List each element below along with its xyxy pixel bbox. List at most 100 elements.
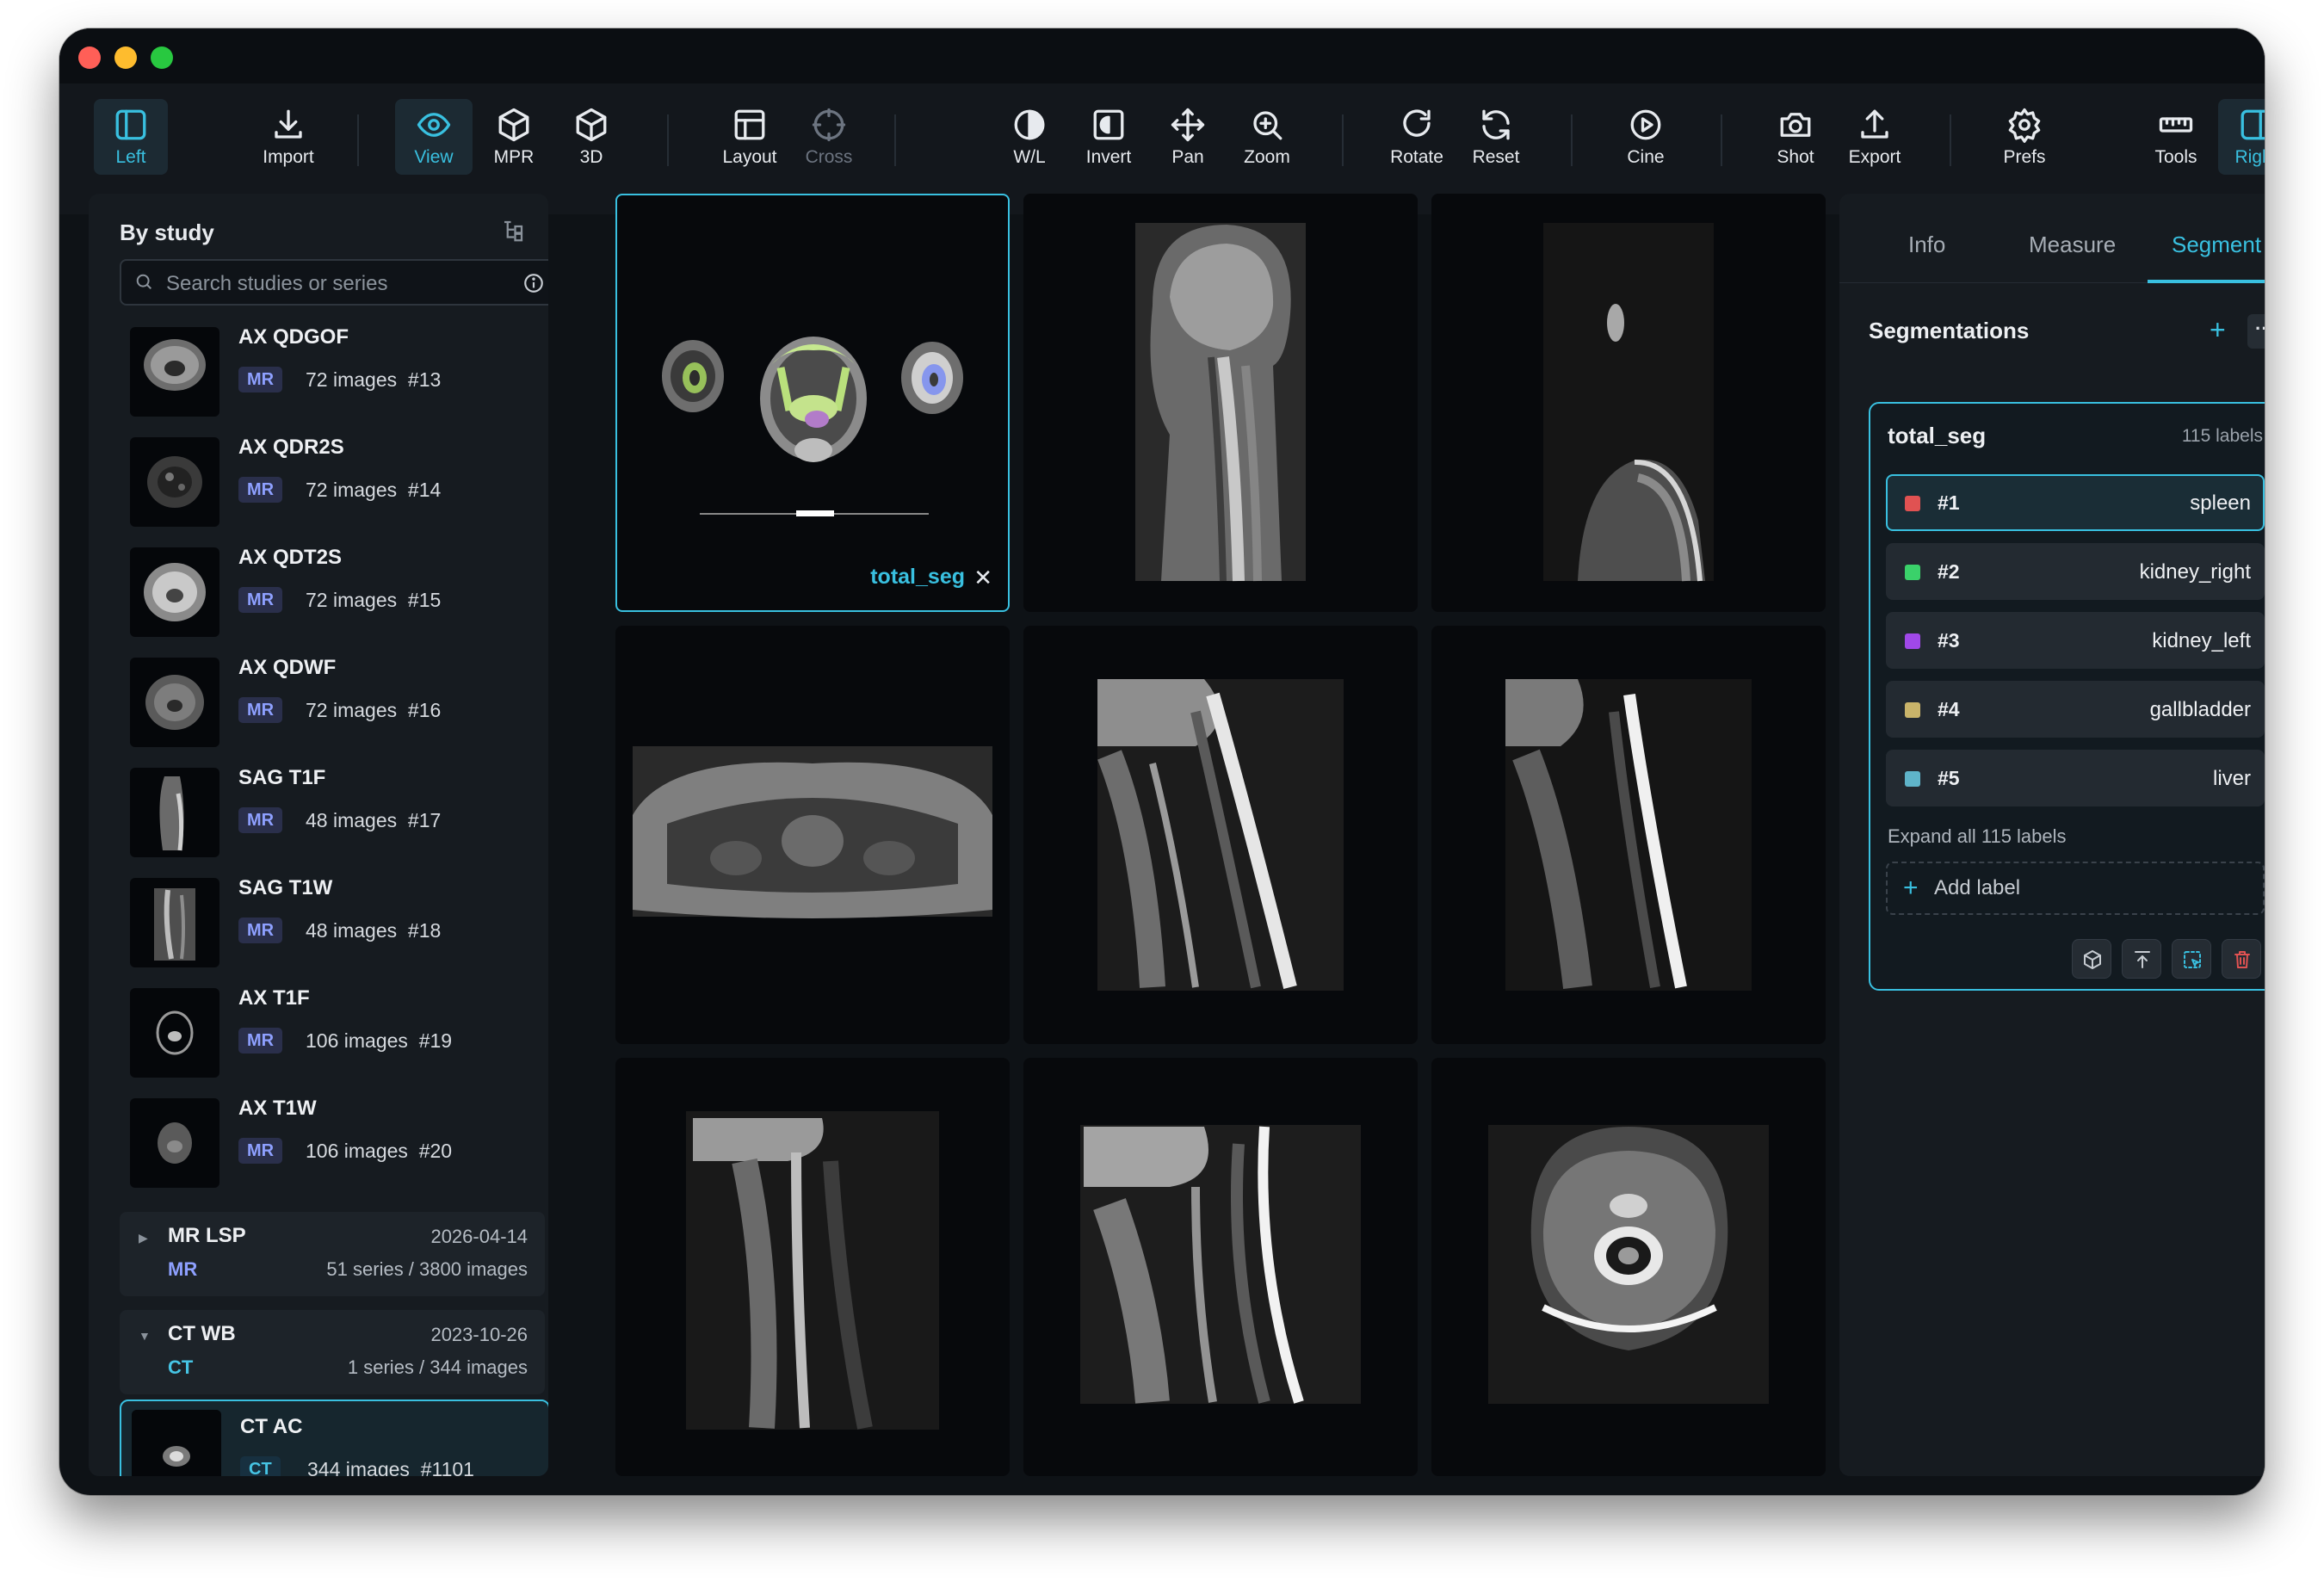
close-window-button[interactable] [78,46,101,69]
rotate-icon [1403,108,1431,137]
tools-button[interactable]: Tools [2137,99,2215,175]
pan-button[interactable]: Pan [1147,99,1228,175]
viewport-6[interactable] [1431,626,1826,1044]
label-row[interactable]: #3 kidney_left [1886,612,2265,669]
list-item[interactable]: AX QDR2S MR 72 images #14 [130,436,548,527]
modality-badge: MR [238,807,283,833]
study-item[interactable]: ▶ MR LSP 2026-04-14 MR 51 series / 3800 … [120,1212,545,1296]
label-row[interactable]: #4 gallbladder [1886,681,2265,738]
3d-button[interactable]: 3D [555,99,627,175]
export-segmentation-button[interactable] [2122,939,2161,979]
color-swatch[interactable] [1905,633,1920,649]
series-thumbnail [130,547,219,637]
segmentation-card[interactable]: total_seg 115 labels #1 spleen #2 kidney… [1869,402,2265,991]
sagittal-t2-image [1097,679,1344,991]
axial-t2-image [1488,1125,1769,1404]
tab-segment[interactable]: Segment [2172,232,2261,258]
viewport-7[interactable] [615,1058,1010,1476]
view-button[interactable]: View [395,99,473,175]
rotate-button[interactable]: Rotate [1376,99,1457,175]
preferences-button[interactable]: Prefs [1984,99,2065,175]
viewport-8[interactable] [1023,1058,1418,1476]
segmentation-overlay-label[interactable]: total_seg [870,565,965,590]
viewport-2[interactable] [1023,194,1418,612]
zoom-button[interactable]: Zoom [1227,99,1307,175]
camera-icon [1780,112,1811,137]
viewport-1[interactable]: total_seg ✕ [615,194,1010,612]
axial-ct-image [662,337,963,516]
search-input[interactable]: Search studies or series [120,259,548,306]
screenshot-button[interactable]: Shot [1755,99,1836,175]
color-swatch[interactable] [1905,496,1920,511]
viewport-9[interactable] [1431,1058,1826,1476]
modality-badge: MR [238,1028,283,1054]
label-row[interactable]: #1 spleen [1886,474,2265,531]
list-item[interactable]: AX T1W MR 106 images #20 [130,1097,548,1188]
window-level-button[interactable]: W/L [989,99,1070,175]
toolbar-divider [1342,114,1344,166]
plus-icon: + [1903,874,1919,902]
upload-icon [2135,951,2150,968]
reset-button[interactable]: Reset [1456,99,1536,175]
color-swatch[interactable] [1905,702,1920,718]
select-region-button[interactable] [2172,939,2211,979]
play-circle-icon [1630,109,1661,139]
expanded-arrow-icon[interactable]: ▼ [139,1329,151,1343]
modality-badge: CT [240,1456,281,1476]
sidebar-right-icon [2241,109,2265,139]
modality-label: MR [168,1258,198,1280]
right-panel-toggle-button[interactable]: Right [2218,99,2265,175]
gear-icon [2008,108,2041,143]
panel-title: By study [120,219,214,245]
maximize-window-button[interactable] [151,46,173,69]
import-button[interactable]: Import [245,99,331,175]
label-row[interactable]: #5 liver [1886,750,2265,806]
export-button[interactable]: Export [1834,99,1915,175]
tab-info[interactable]: Info [1908,232,1945,258]
list-item[interactable]: AX QDT2S MR 72 images #15 [130,546,548,637]
study-item[interactable]: ▼ CT WB 2023-10-26 CT 1 series / 344 ima… [120,1310,545,1394]
app-window: Left Import View MPR 3D Layout Cross W/L… [59,28,2265,1495]
toolbar-divider [1950,114,1951,166]
cine-button[interactable]: Cine [1605,99,1686,175]
collapsed-arrow-icon[interactable]: ▶ [139,1231,148,1245]
add-label-button[interactable]: + Add label [1886,862,2265,915]
eye-icon [417,112,451,137]
color-swatch[interactable] [1905,565,1920,580]
invert-button[interactable]: Invert [1068,99,1149,175]
toolbar-divider [667,114,669,166]
list-item[interactable]: AX QDGOF MR 72 images #13 [130,325,548,417]
render-3d-button[interactable] [2072,939,2111,979]
cube-icon [498,108,529,141]
label-row[interactable]: #2 kidney_right [1886,543,2265,600]
delete-segmentation-button[interactable] [2222,939,2261,979]
modality-badge: MR [238,367,283,392]
crosshair-button[interactable]: Cross [786,99,872,175]
expand-labels-link[interactable]: Expand all 115 labels [1888,825,2067,848]
series-thumbnail [130,437,219,527]
list-item[interactable]: SAG T1W MR 48 images #18 [130,876,548,967]
info-icon[interactable] [522,272,545,294]
tree-view-icon[interactable] [500,218,526,244]
minimize-window-button[interactable] [114,46,137,69]
viewport-5[interactable] [1023,626,1418,1044]
tab-measure[interactable]: Measure [2029,232,2116,258]
viewport-3[interactable] [1431,194,1826,612]
invert-icon [1093,109,1124,139]
viewport-4[interactable] [615,626,1010,1044]
add-segmentation-button[interactable]: + [2210,314,2226,346]
cube-icon [2084,950,2101,969]
list-item[interactable]: SAG T1F MR 48 images #17 [130,766,548,857]
color-swatch[interactable] [1905,771,1920,787]
mpr-button[interactable]: MPR [478,99,550,175]
close-icon[interactable]: ✕ [973,565,992,591]
left-panel-toggle-button[interactable]: Left [94,99,168,175]
series-thumbnail [130,878,219,967]
axial-mr-image [633,746,992,918]
download-icon [275,109,302,139]
layout-button[interactable]: Layout [705,99,794,175]
list-item[interactable]: AX T1F MR 106 images #19 [130,986,548,1078]
list-item[interactable]: AX QDWF MR 72 images #16 [130,656,548,747]
selected-series-item[interactable]: CT AC CT 344 images #1101 [120,1400,548,1476]
more-options-button[interactable]: ··· [2247,314,2265,349]
